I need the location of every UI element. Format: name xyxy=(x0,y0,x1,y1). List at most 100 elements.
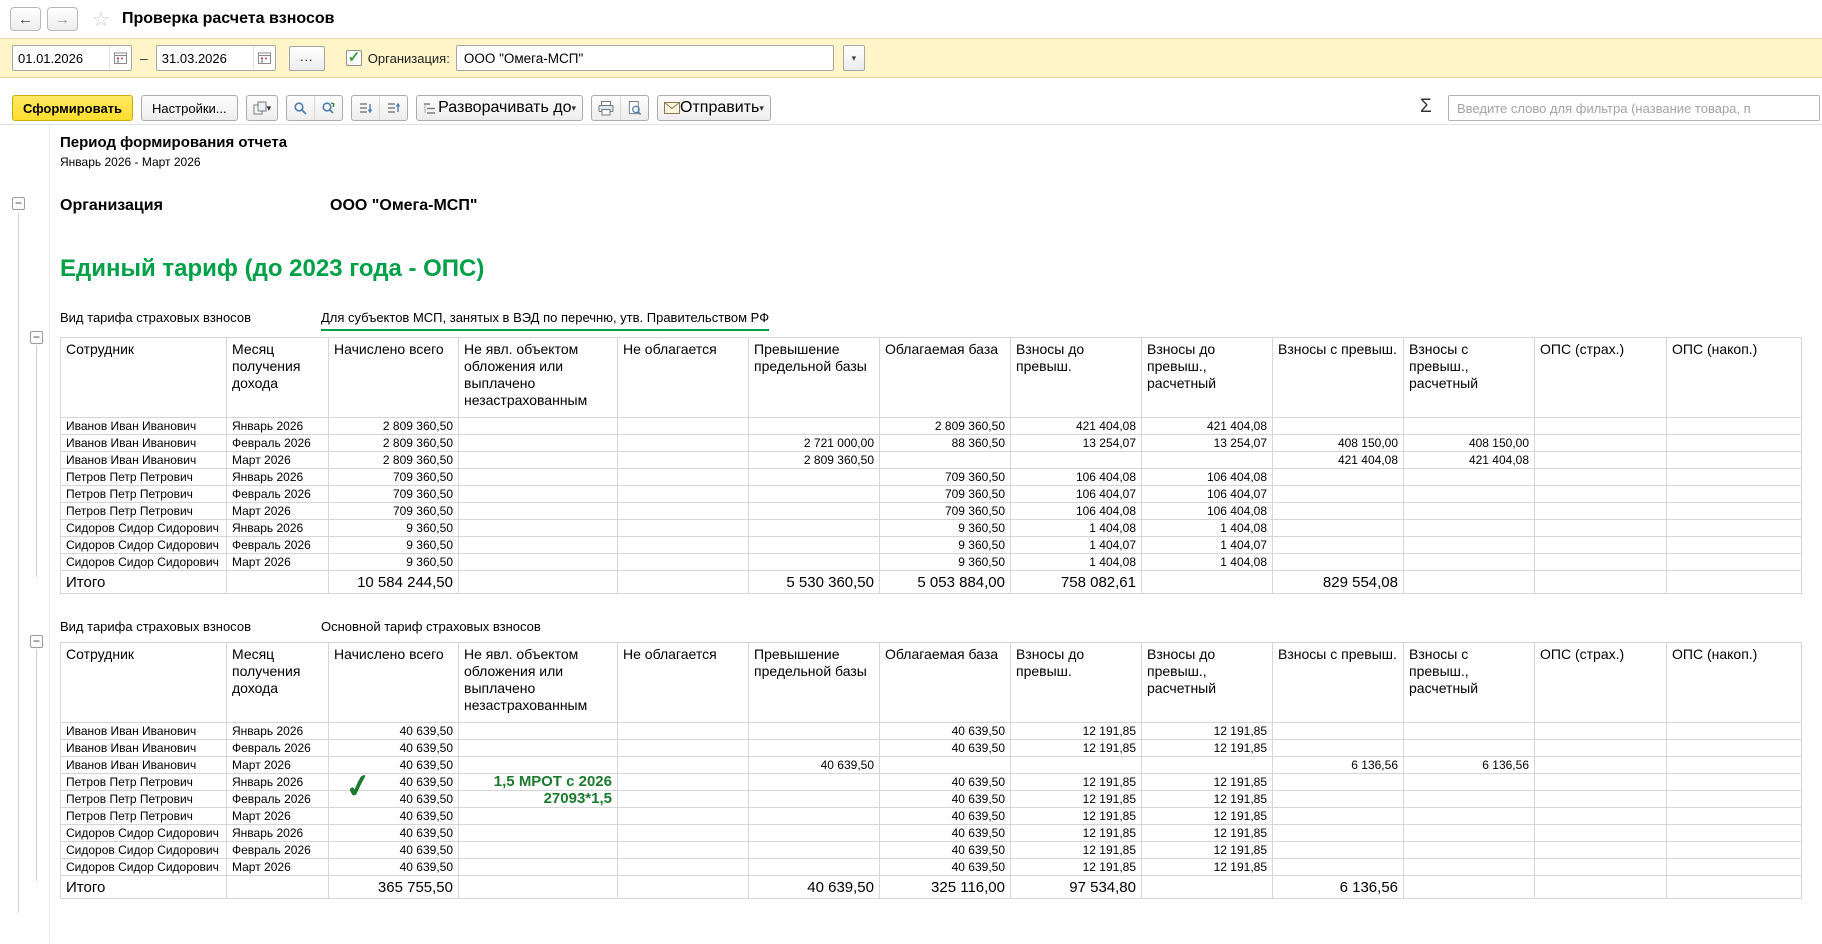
report-cell xyxy=(1404,808,1535,825)
report-cell: Март 2026 xyxy=(227,757,329,774)
report-cell xyxy=(1667,825,1802,842)
column-header: Облагаемая база xyxy=(880,338,1011,418)
report-cell: 27093*1,5 xyxy=(459,791,618,808)
total-cell: Итого xyxy=(61,571,227,594)
report-cell xyxy=(459,859,618,876)
date-from-input[interactable] xyxy=(13,51,109,66)
report-cell xyxy=(1667,520,1802,537)
report-cell xyxy=(1273,537,1404,554)
quick-filter-input[interactable] xyxy=(1448,95,1820,121)
report-cell: Петров Петр Петрович xyxy=(61,486,227,503)
report-cell xyxy=(749,418,880,435)
report-org-label: Организация xyxy=(60,196,330,216)
column-header: Превышение предельной базы xyxy=(749,338,880,418)
table-row: Петров Петр ПетровичФевраль 202640 639,5… xyxy=(61,791,1802,808)
expand-all-groups-button[interactable] xyxy=(379,96,407,120)
organization-dropdown-button[interactable]: ▾ xyxy=(843,45,865,71)
repeat-search-icon xyxy=(321,101,336,116)
report-cell xyxy=(618,740,749,757)
forward-button[interactable]: → xyxy=(47,7,78,31)
report-cell: Март 2026 xyxy=(227,808,329,825)
column-header: Взносы с превыш., расчетный xyxy=(1404,643,1535,723)
collapse-all-groups-button[interactable] xyxy=(352,96,379,120)
report-cell xyxy=(1404,486,1535,503)
report-cell xyxy=(1535,740,1667,757)
report-cell xyxy=(1273,859,1404,876)
report-cell xyxy=(1535,723,1667,740)
report-cell xyxy=(1667,774,1802,791)
report-cell xyxy=(1404,825,1535,842)
report-cell: 12 191,85 xyxy=(1142,791,1273,808)
report-cell xyxy=(1667,452,1802,469)
report-cell xyxy=(1535,418,1667,435)
chevron-down-icon: ▾ xyxy=(852,53,857,64)
collapse-group-button[interactable]: − xyxy=(30,635,43,648)
print-preview-button[interactable] xyxy=(620,96,648,120)
settings-button[interactable]: Настройки... xyxy=(141,95,238,121)
report-cell xyxy=(1535,554,1667,571)
tariff-kind-label: Вид тарифа страховых взносов xyxy=(60,309,321,331)
report-cell xyxy=(618,859,749,876)
autosum-sigma-button[interactable]: Σ xyxy=(1420,96,1432,118)
chevron-down-icon: ▾ xyxy=(759,103,764,114)
expand-levels-icon xyxy=(423,101,438,115)
report-cell xyxy=(459,808,618,825)
calendar-button[interactable] xyxy=(253,46,275,70)
period-more-button[interactable]: ... xyxy=(289,46,325,71)
report-table: СотрудникМесяц получения доходаНачислено… xyxy=(60,337,1802,594)
print-preview-icon xyxy=(627,101,642,116)
report-cell xyxy=(618,825,749,842)
date-to-input[interactable] xyxy=(157,51,253,66)
search-button[interactable] xyxy=(287,96,314,120)
collapse-group-button[interactable]: − xyxy=(12,197,25,210)
report-toolbar: Сформировать Настройки... ▾ xyxy=(0,92,1822,125)
report-cell: 12 191,85 xyxy=(1142,774,1273,791)
report-cell xyxy=(1011,757,1142,774)
report-cell xyxy=(618,503,749,520)
report-cell: 40 639,50 xyxy=(329,825,459,842)
total-cell xyxy=(1667,571,1802,594)
report-cell: 88 360,50 xyxy=(880,435,1011,452)
report-cell: 40 639,50✓ xyxy=(329,774,459,791)
send-button[interactable]: Отправить ▾ xyxy=(658,96,770,120)
collapse-group-button[interactable]: − xyxy=(30,331,43,344)
report-variant-group: ▾ xyxy=(246,95,279,121)
report-cell: 12 191,85 xyxy=(1142,808,1273,825)
calendar-button[interactable] xyxy=(109,46,131,70)
generate-button[interactable]: Сформировать xyxy=(12,95,133,121)
report-cell: 709 360,50 xyxy=(329,486,459,503)
report-cell xyxy=(459,554,618,571)
report-cell: 421 404,08 xyxy=(1142,418,1273,435)
tariff-kind-value: Для субъектов МСП, занятых в ВЭД по пере… xyxy=(321,309,769,331)
repeat-search-button[interactable] xyxy=(314,96,342,120)
organization-input[interactable] xyxy=(457,51,833,66)
period-title: Период формирования отчета xyxy=(60,133,1822,152)
report-cell xyxy=(459,757,618,774)
checkmark-icon: ✓ xyxy=(348,48,361,66)
expand-to-button[interactable]: Разворачивать до ▾ xyxy=(417,96,582,120)
report-cell: 12 191,85 xyxy=(1142,740,1273,757)
report-cell xyxy=(1011,452,1142,469)
report-cell xyxy=(1535,808,1667,825)
total-cell: 829 554,08 xyxy=(1273,571,1404,594)
report-cell: 40 639,50 xyxy=(329,842,459,859)
table-row: Петров Петр ПетровичМарт 2026709 360,507… xyxy=(61,503,1802,520)
column-header: Начислено всего xyxy=(329,338,459,418)
report-cell: 12 191,85 xyxy=(1011,808,1142,825)
report-cell: 40 639,50 xyxy=(880,859,1011,876)
column-header: Превышение предельной базы xyxy=(749,643,880,723)
report-cell xyxy=(1404,774,1535,791)
favorite-star-icon[interactable]: ☆ xyxy=(92,7,110,32)
report-variants-button[interactable]: ▾ xyxy=(247,96,278,120)
report-cell: Март 2026 xyxy=(227,859,329,876)
chevron-down-icon: ▾ xyxy=(572,103,577,114)
organization-checkbox[interactable]: ✓ xyxy=(346,50,362,66)
printer-icon xyxy=(598,101,614,116)
print-button[interactable] xyxy=(592,96,620,120)
report-cell: Январь 2026 xyxy=(227,825,329,842)
grouping-buttons xyxy=(351,95,408,121)
report-cell xyxy=(749,537,880,554)
report-cell: 106 404,07 xyxy=(1011,486,1142,503)
back-button[interactable]: ← xyxy=(10,7,41,31)
total-row: Итого365 755,5040 639,50325 116,0097 534… xyxy=(61,876,1802,899)
